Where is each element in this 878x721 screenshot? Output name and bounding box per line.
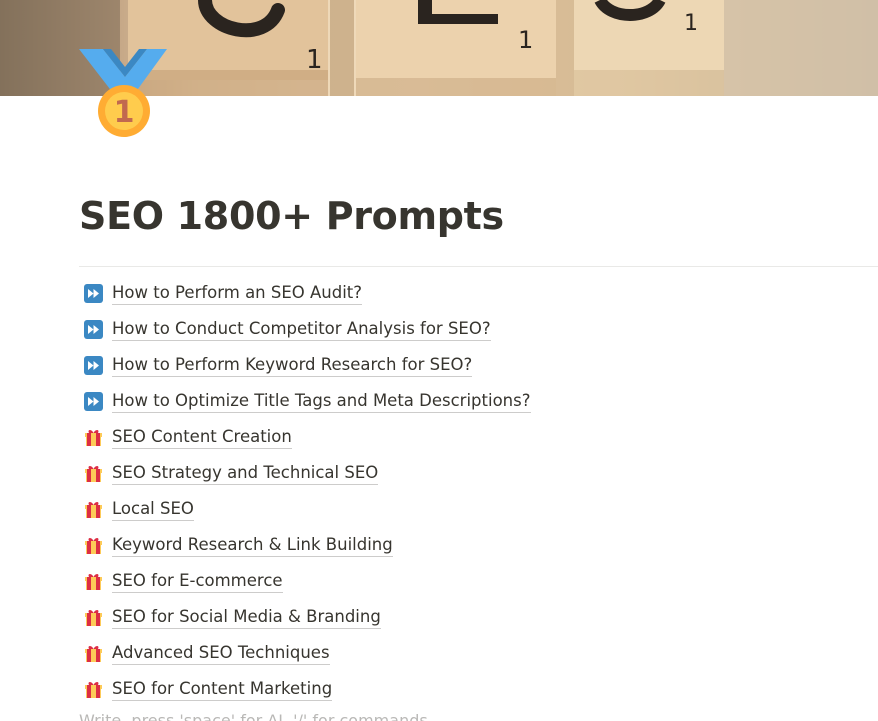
page-link[interactable]: How to Optimize Title Tags and Meta Desc… [84,383,531,419]
divider [79,266,878,267]
gift-icon [84,464,103,483]
gift-icon [84,428,103,447]
empty-block-placeholder[interactable]: Write, press 'space' for AI, '/' for com… [79,710,444,721]
gift-icon [84,608,103,627]
page-link-label[interactable]: How to Conduct Competitor Analysis for S… [112,318,491,341]
page-icon-medal[interactable]: 1 [79,47,169,139]
fast-forward-icon [84,319,103,339]
fast-forward-icon [84,283,103,303]
page-title[interactable]: SEO 1800+ Prompts [79,186,504,246]
page-link[interactable]: How to Perform Keyword Research for SEO? [84,347,531,383]
fast-forward-icon [84,355,103,375]
gift-icon [84,500,103,519]
page-link[interactable]: SEO for Content Marketing [84,671,531,707]
gift-icon [84,572,103,591]
page-link[interactable]: Local SEO [84,491,531,527]
page-link-label[interactable]: SEO Content Creation [112,426,292,449]
svg-text:1: 1 [684,11,698,36]
1st-place-medal-icon: 1 [79,49,167,137]
page-link-label[interactable]: SEO Strategy and Technical SEO [112,462,379,485]
page-link-label[interactable]: How to Perform Keyword Research for SEO? [112,354,473,377]
page-links-list: How to Perform an SEO Audit? How to Condu… [84,275,531,707]
fast-forward-icon [84,391,103,411]
page-link-label[interactable]: SEO for Content Marketing [112,678,333,701]
page-link[interactable]: Keyword Research & Link Building [84,527,531,563]
page-link[interactable]: How to Perform an SEO Audit? [84,275,531,311]
page-link[interactable]: SEO Content Creation [84,419,531,455]
svg-text:1: 1 [518,26,533,54]
page-link-label[interactable]: How to Optimize Title Tags and Meta Desc… [112,390,531,413]
page-link-label[interactable]: Keyword Research & Link Building [112,534,393,557]
page-link-label[interactable]: Local SEO [112,498,194,521]
notion-page: 1 1 1 1 SEO 1800+ Prompts How to Perform… [0,0,878,721]
page-link-label[interactable]: Advanced SEO Techniques [112,642,330,665]
gift-icon [84,644,103,663]
page-link[interactable]: How to Conduct Competitor Analysis for S… [84,311,531,347]
page-link-label[interactable]: SEO for Social Media & Branding [112,606,381,629]
page-link[interactable]: Advanced SEO Techniques [84,635,531,671]
page-link[interactable]: SEO for E-commerce [84,563,531,599]
page-link-label[interactable]: How to Perform an SEO Audit? [112,282,363,305]
page-link[interactable]: SEO for Social Media & Branding [84,599,531,635]
gift-icon [84,680,103,699]
gift-icon [84,536,103,555]
svg-text:1: 1 [114,95,135,130]
page-link[interactable]: SEO Strategy and Technical SEO [84,455,531,491]
svg-text:1: 1 [306,45,323,75]
page-link-label[interactable]: SEO for E-commerce [112,570,283,593]
